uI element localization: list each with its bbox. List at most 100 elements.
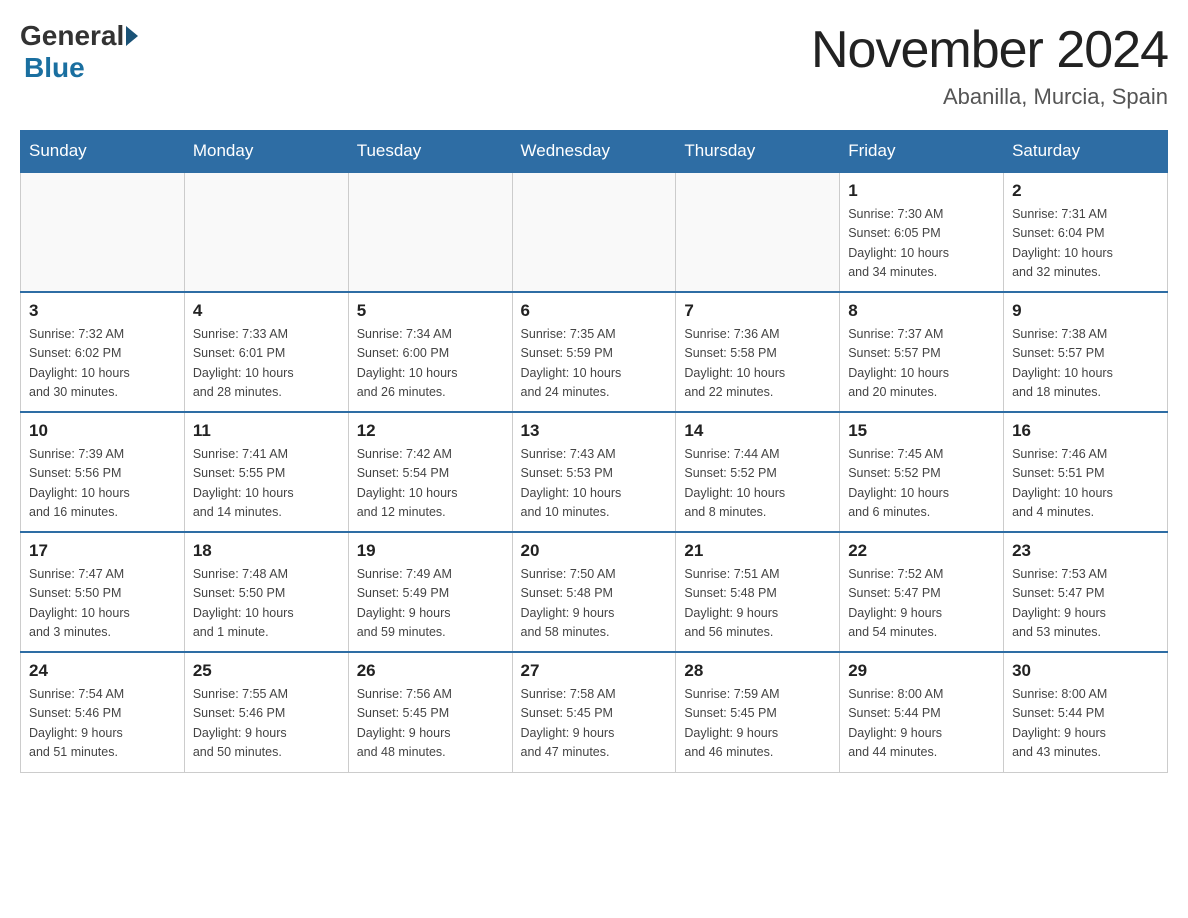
calendar-cell: 26 Sunrise: 7:56 AM Sunset: 5:45 PM Dayli…: [348, 652, 512, 772]
day-number: 26: [357, 661, 504, 681]
day-info: Sunrise: 7:39 AM Sunset: 5:56 PM Dayligh…: [29, 445, 176, 523]
day-info: Sunrise: 7:54 AM Sunset: 5:46 PM Dayligh…: [29, 685, 176, 763]
day-info: Sunrise: 7:34 AM Sunset: 6:00 PM Dayligh…: [357, 325, 504, 403]
calendar-cell: 27Sunrise: 7:58 AM Sunset: 5:45 PM Dayli…: [512, 652, 676, 772]
calendar-cell: 1 Sunrise: 7:30 AM Sunset: 6:05 PM Daylig…: [840, 172, 1004, 292]
calendar-cell: 6 Sunrise: 7:35 AM Sunset: 5:59 PM Daylig…: [512, 292, 676, 412]
page-header: General Blue November 2024 Abanilla, Mur…: [20, 20, 1168, 110]
day-info: Sunrise: 7:37 AM Sunset: 5:57 PM Dayligh…: [848, 325, 995, 403]
day-number: 12: [357, 421, 504, 441]
day-number: 14: [684, 421, 831, 441]
weekday-header-sunday: Sunday: [21, 131, 185, 173]
calendar-cell: 16 Sunrise: 7:46 AM Sunset: 5:51 PM Dayli…: [1004, 412, 1168, 532]
day-number: 9: [1012, 301, 1159, 321]
calendar-cell: 22 Sunrise: 7:52 AM Sunset: 5:47 PM Dayli…: [840, 532, 1004, 652]
weekday-header-monday: Monday: [184, 131, 348, 173]
day-info: Sunrise: 7:46 AM Sunset: 5:51 PM Dayligh…: [1012, 445, 1159, 523]
day-number: 1: [848, 181, 995, 201]
day-number: 3: [29, 301, 176, 321]
calendar-cell: 7Sunrise: 7:36 AM Sunset: 5:58 PM Daylig…: [676, 292, 840, 412]
calendar-cell: 23 Sunrise: 7:53 AM Sunset: 5:47 PM Dayli…: [1004, 532, 1168, 652]
calendar-cell: 2Sunrise: 7:31 AM Sunset: 6:04 PM Daylig…: [1004, 172, 1168, 292]
day-number: 29: [848, 661, 995, 681]
day-number: 10: [29, 421, 176, 441]
logo: General Blue: [20, 20, 140, 84]
calendar-cell: 15Sunrise: 7:45 AM Sunset: 5:52 PM Dayli…: [840, 412, 1004, 532]
calendar-week-row: 24 Sunrise: 7:54 AM Sunset: 5:46 PM Dayli…: [21, 652, 1168, 772]
day-info: Sunrise: 7:48 AM Sunset: 5:50 PM Dayligh…: [193, 565, 340, 643]
calendar-cell: 20 Sunrise: 7:50 AM Sunset: 5:48 PM Dayli…: [512, 532, 676, 652]
day-number: 23: [1012, 541, 1159, 561]
day-info: Sunrise: 7:50 AM Sunset: 5:48 PM Dayligh…: [521, 565, 668, 643]
day-info: Sunrise: 7:52 AM Sunset: 5:47 PM Dayligh…: [848, 565, 995, 643]
day-number: 2: [1012, 181, 1159, 201]
day-number: 27: [521, 661, 668, 681]
calendar-week-row: 10 Sunrise: 7:39 AM Sunset: 5:56 PM Dayli…: [21, 412, 1168, 532]
calendar-cell: 24 Sunrise: 7:54 AM Sunset: 5:46 PM Dayli…: [21, 652, 185, 772]
day-info: Sunrise: 7:30 AM Sunset: 6:05 PM Dayligh…: [848, 205, 995, 283]
day-info: Sunrise: 7:47 AM Sunset: 5:50 PM Dayligh…: [29, 565, 176, 643]
day-number: 22: [848, 541, 995, 561]
calendar-cell: [512, 172, 676, 292]
calendar-cell: 29 Sunrise: 8:00 AM Sunset: 5:44 PM Dayli…: [840, 652, 1004, 772]
calendar-table: SundayMondayTuesdayWednesdayThursdayFrid…: [20, 130, 1168, 773]
month-title: November 2024: [811, 20, 1168, 80]
day-info: Sunrise: 7:59 AM Sunset: 5:45 PM Dayligh…: [684, 685, 831, 763]
day-info: Sunrise: 7:43 AM Sunset: 5:53 PM Dayligh…: [521, 445, 668, 523]
calendar-cell: 5 Sunrise: 7:34 AM Sunset: 6:00 PM Daylig…: [348, 292, 512, 412]
weekday-header-tuesday: Tuesday: [348, 131, 512, 173]
day-number: 11: [193, 421, 340, 441]
day-info: Sunrise: 7:56 AM Sunset: 5:45 PM Dayligh…: [357, 685, 504, 763]
day-info: Sunrise: 7:42 AM Sunset: 5:54 PM Dayligh…: [357, 445, 504, 523]
day-number: 4: [193, 301, 340, 321]
weekday-header-friday: Friday: [840, 131, 1004, 173]
calendar-cell: 21 Sunrise: 7:51 AM Sunset: 5:48 PM Dayli…: [676, 532, 840, 652]
day-info: Sunrise: 8:00 AM Sunset: 5:44 PM Dayligh…: [1012, 685, 1159, 763]
weekday-header-thursday: Thursday: [676, 131, 840, 173]
day-number: 5: [357, 301, 504, 321]
calendar-cell: 10 Sunrise: 7:39 AM Sunset: 5:56 PM Dayli…: [21, 412, 185, 532]
day-number: 16: [1012, 421, 1159, 441]
day-number: 20: [521, 541, 668, 561]
location: Abanilla, Murcia, Spain: [811, 84, 1168, 110]
calendar-week-row: 3 Sunrise: 7:32 AM Sunset: 6:02 PM Daylig…: [21, 292, 1168, 412]
day-number: 19: [357, 541, 504, 561]
day-number: 17: [29, 541, 176, 561]
calendar-cell: 19Sunrise: 7:49 AM Sunset: 5:49 PM Dayli…: [348, 532, 512, 652]
calendar-cell: 9 Sunrise: 7:38 AM Sunset: 5:57 PM Daylig…: [1004, 292, 1168, 412]
day-number: 30: [1012, 661, 1159, 681]
calendar-cell: 30 Sunrise: 8:00 AM Sunset: 5:44 PM Dayli…: [1004, 652, 1168, 772]
day-info: Sunrise: 7:38 AM Sunset: 5:57 PM Dayligh…: [1012, 325, 1159, 403]
calendar-cell: [676, 172, 840, 292]
day-number: 13: [521, 421, 668, 441]
calendar-cell: [348, 172, 512, 292]
day-info: Sunrise: 8:00 AM Sunset: 5:44 PM Dayligh…: [848, 685, 995, 763]
calendar-week-row: 1 Sunrise: 7:30 AM Sunset: 6:05 PM Daylig…: [21, 172, 1168, 292]
day-info: Sunrise: 7:32 AM Sunset: 6:02 PM Dayligh…: [29, 325, 176, 403]
day-number: 6: [521, 301, 668, 321]
day-number: 8: [848, 301, 995, 321]
calendar-cell: 8 Sunrise: 7:37 AM Sunset: 5:57 PM Daylig…: [840, 292, 1004, 412]
calendar-cell: 4Sunrise: 7:33 AM Sunset: 6:01 PM Daylig…: [184, 292, 348, 412]
calendar-cell: 13 Sunrise: 7:43 AM Sunset: 5:53 PM Dayli…: [512, 412, 676, 532]
weekday-header-wednesday: Wednesday: [512, 131, 676, 173]
calendar-cell: [184, 172, 348, 292]
day-info: Sunrise: 7:55 AM Sunset: 5:46 PM Dayligh…: [193, 685, 340, 763]
calendar-cell: 14Sunrise: 7:44 AM Sunset: 5:52 PM Dayli…: [676, 412, 840, 532]
calendar-cell: 18 Sunrise: 7:48 AM Sunset: 5:50 PM Dayli…: [184, 532, 348, 652]
day-number: 24: [29, 661, 176, 681]
calendar-cell: 12 Sunrise: 7:42 AM Sunset: 5:54 PM Dayli…: [348, 412, 512, 532]
day-info: Sunrise: 7:35 AM Sunset: 5:59 PM Dayligh…: [521, 325, 668, 403]
day-info: Sunrise: 7:51 AM Sunset: 5:48 PM Dayligh…: [684, 565, 831, 643]
day-info: Sunrise: 7:41 AM Sunset: 5:55 PM Dayligh…: [193, 445, 340, 523]
logo-general-text: General: [20, 20, 124, 52]
day-number: 18: [193, 541, 340, 561]
calendar-cell: 25Sunrise: 7:55 AM Sunset: 5:46 PM Dayli…: [184, 652, 348, 772]
calendar-cell: 17 Sunrise: 7:47 AM Sunset: 5:50 PM Dayli…: [21, 532, 185, 652]
calendar-cell: 3 Sunrise: 7:32 AM Sunset: 6:02 PM Daylig…: [21, 292, 185, 412]
day-number: 21: [684, 541, 831, 561]
weekday-header-row: SundayMondayTuesdayWednesdayThursdayFrid…: [21, 131, 1168, 173]
day-info: Sunrise: 7:53 AM Sunset: 5:47 PM Dayligh…: [1012, 565, 1159, 643]
day-info: Sunrise: 7:36 AM Sunset: 5:58 PM Dayligh…: [684, 325, 831, 403]
day-number: 15: [848, 421, 995, 441]
